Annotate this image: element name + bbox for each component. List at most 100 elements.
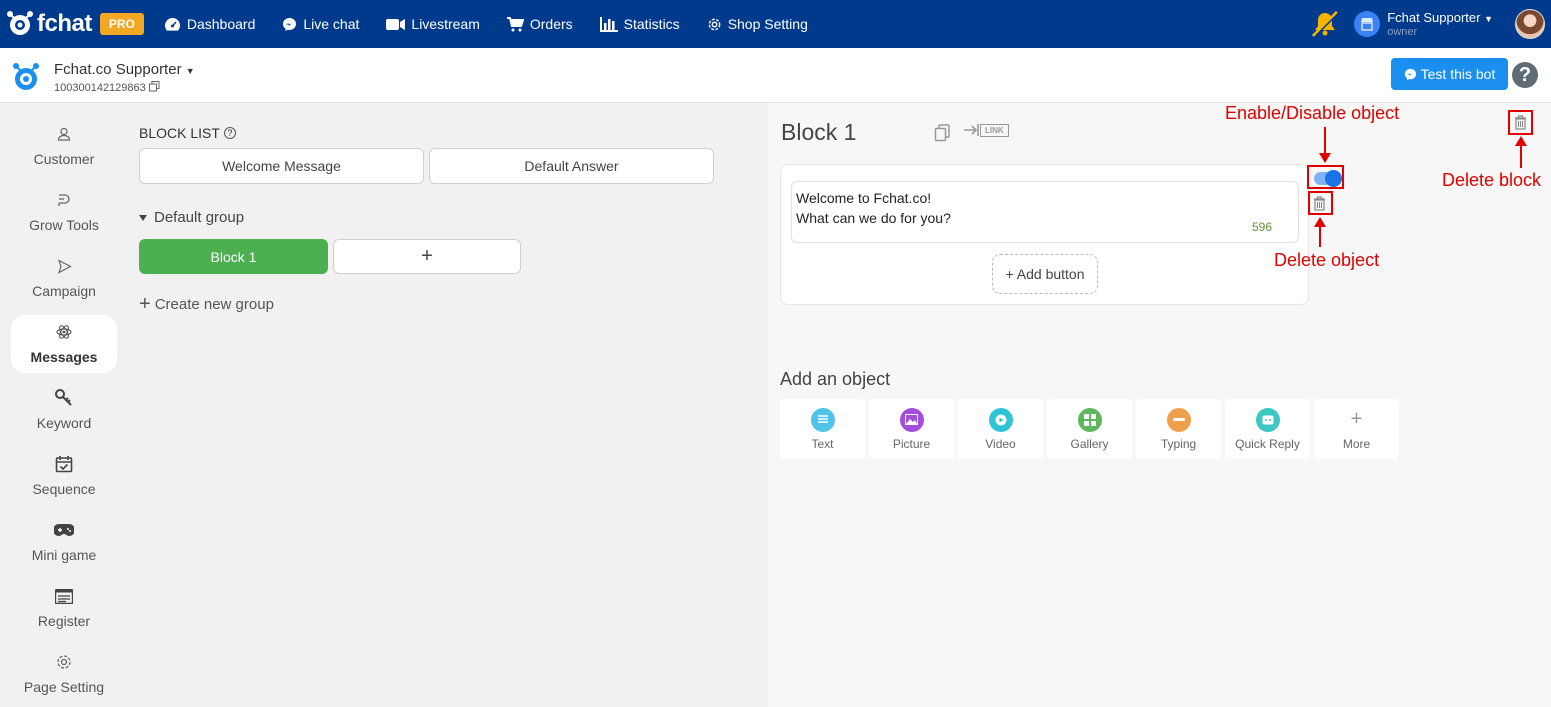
bot-selector[interactable]: Fchat.co Supporter ▼ [54,61,195,78]
calendar-check-icon [55,455,73,473]
create-group-label: Create new group [154,296,274,313]
gear-icon [708,18,721,30]
copy-icon[interactable] [934,124,951,142]
messenger-icon [283,17,297,31]
copy-icon[interactable] [148,81,160,92]
message-line: Welcome to Fchat.co! [796,190,932,206]
picture-icon [899,407,924,432]
object-label: Gallery [1070,436,1109,451]
object-label: Picture [892,436,931,451]
message-line: What can we do for you? [796,210,951,226]
block-default-answer[interactable]: Default Answer [429,148,714,184]
block-list-heading: BLOCK LIST [139,125,220,141]
bot-header: Fchat.co Supporter ▼ 100300142129863 Tes… [0,48,1551,103]
nav-shop-setting[interactable]: Shop Setting [707,16,808,32]
bot-avatar-icon[interactable] [10,61,42,93]
add-gallery-object[interactable]: Gallery [1047,399,1132,459]
bot-id: 100300142129863 [54,82,146,94]
annotation-delete-block: Delete block [1442,170,1542,190]
sidebar-item-messages[interactable]: Messages [11,315,117,373]
add-more-object[interactable]: + More [1314,399,1399,459]
annotation-enable-disable: Enable/Disable object [1225,103,1400,123]
add-picture-object[interactable]: Picture [869,399,954,459]
add-button-button[interactable]: + Add button [992,254,1098,294]
nav-livestream[interactable]: Livestream [386,16,480,32]
bot-name: Fchat.co Supporter [54,61,182,78]
sidebar-item-customer[interactable]: Customer [11,117,117,175]
caret-down-icon: ▼ [1484,13,1493,24]
user-menu[interactable]: Fchat Supporter ▼ owner [1387,9,1493,38]
object-label: More [1342,436,1371,451]
nav-dashboard[interactable]: Dashboard [164,16,256,32]
char-counter: 596 [1251,220,1272,234]
sidebar-item-label: Campaign [32,283,96,299]
user-photo-avatar[interactable] [1515,9,1545,39]
annotation-box-delete-block [1508,110,1533,135]
bell-muted-icon[interactable] [1310,10,1340,38]
fchat-logo[interactable]: fchat [4,8,92,40]
plus-icon: + [1344,407,1369,432]
typing-icon [1166,407,1191,432]
store-icon [1361,18,1374,31]
send-icon [57,257,72,275]
sidebar-item-page-setting[interactable]: Page Setting [11,645,117,703]
text-lines-icon [810,407,835,432]
annotation-delete-object: Delete object [1274,250,1380,270]
block-item[interactable]: Block 1 [139,239,328,274]
add-block-button[interactable]: + [333,239,521,274]
nav-statistics[interactable]: Statistics [599,16,680,32]
block-welcome-message[interactable]: Welcome Message [139,148,424,184]
sidebar-item-mini-game[interactable]: Mini game [11,513,117,571]
sidebar-item-register[interactable]: Register [11,579,117,637]
sidebar-item-sequence[interactable]: Sequence [11,447,117,505]
object-palette: Text Picture Video Gallery Typing Quick … [780,399,1403,459]
sidebar-item-label: Keyword [36,415,92,431]
add-object-title: Add an object [780,369,891,389]
main-nav: Dashboard Live chat Livestream Orders St… [164,16,835,32]
grow-icon [57,191,71,209]
nav-right: Fchat Supporter ▼ owner [1310,9,1551,39]
question-icon[interactable]: ? [223,127,236,139]
dashboard-icon [164,17,180,31]
nav-label: Dashboard [186,16,256,32]
add-quick-reply-object[interactable]: Quick Reply [1225,399,1310,459]
user-name: Fchat Supporter [1387,9,1481,25]
user-icon [57,125,71,143]
caret-down-icon [139,214,147,221]
object-label: Quick Reply [1235,436,1300,451]
block-title[interactable]: Block 1 [781,119,856,146]
annotation-box-delete-object [1308,191,1333,215]
gamepad-icon [54,521,74,539]
link-label: LINK [980,123,1009,137]
messenger-icon [1404,68,1416,80]
sidebar-item-campaign[interactable]: Campaign [11,249,117,307]
add-text-object[interactable]: Text [780,399,865,459]
text-object-card: Welcome to Fchat.co! What can we do for … [780,164,1309,305]
nav-orders[interactable]: Orders [506,16,573,32]
test-bot-label: Test this bot [1420,66,1496,82]
form-icon [55,587,73,605]
help-icon[interactable]: ? [1512,62,1538,88]
nav-live-chat[interactable]: Live chat [282,16,359,32]
sidebar-item-label: Customer [33,151,95,167]
add-video-object[interactable]: Video [958,399,1043,459]
bar-chart-icon [599,16,618,32]
sidebar-item-keyword[interactable]: Keyword [11,381,117,439]
message-text-input[interactable]: Welcome to Fchat.co! What can we do for … [791,181,1299,243]
block-list-panel: BLOCK LIST ? Welcome Message Default Ans… [128,103,768,707]
add-typing-object[interactable]: Typing [1136,399,1221,459]
sidebar-item-label: Messages [30,349,98,365]
annotation-arrow [1319,225,1321,247]
test-bot-button[interactable]: Test this bot [1391,58,1508,90]
sidebar-item-grow-tools[interactable]: Grow Tools [11,183,117,241]
create-group-link[interactable]: + Create new group [139,293,274,316]
video-camera-icon [386,18,406,30]
nav-label: Live chat [303,16,360,32]
group-header[interactable]: Default group [139,209,244,226]
block-list-title: BLOCK LIST ? [139,125,236,141]
annotation-box-toggle [1307,165,1344,189]
group-name: Default group [154,209,245,226]
shop-avatar[interactable] [1354,11,1381,37]
link-button[interactable]: LINK [964,123,1009,137]
sidebar-item-label: Register [37,613,91,629]
